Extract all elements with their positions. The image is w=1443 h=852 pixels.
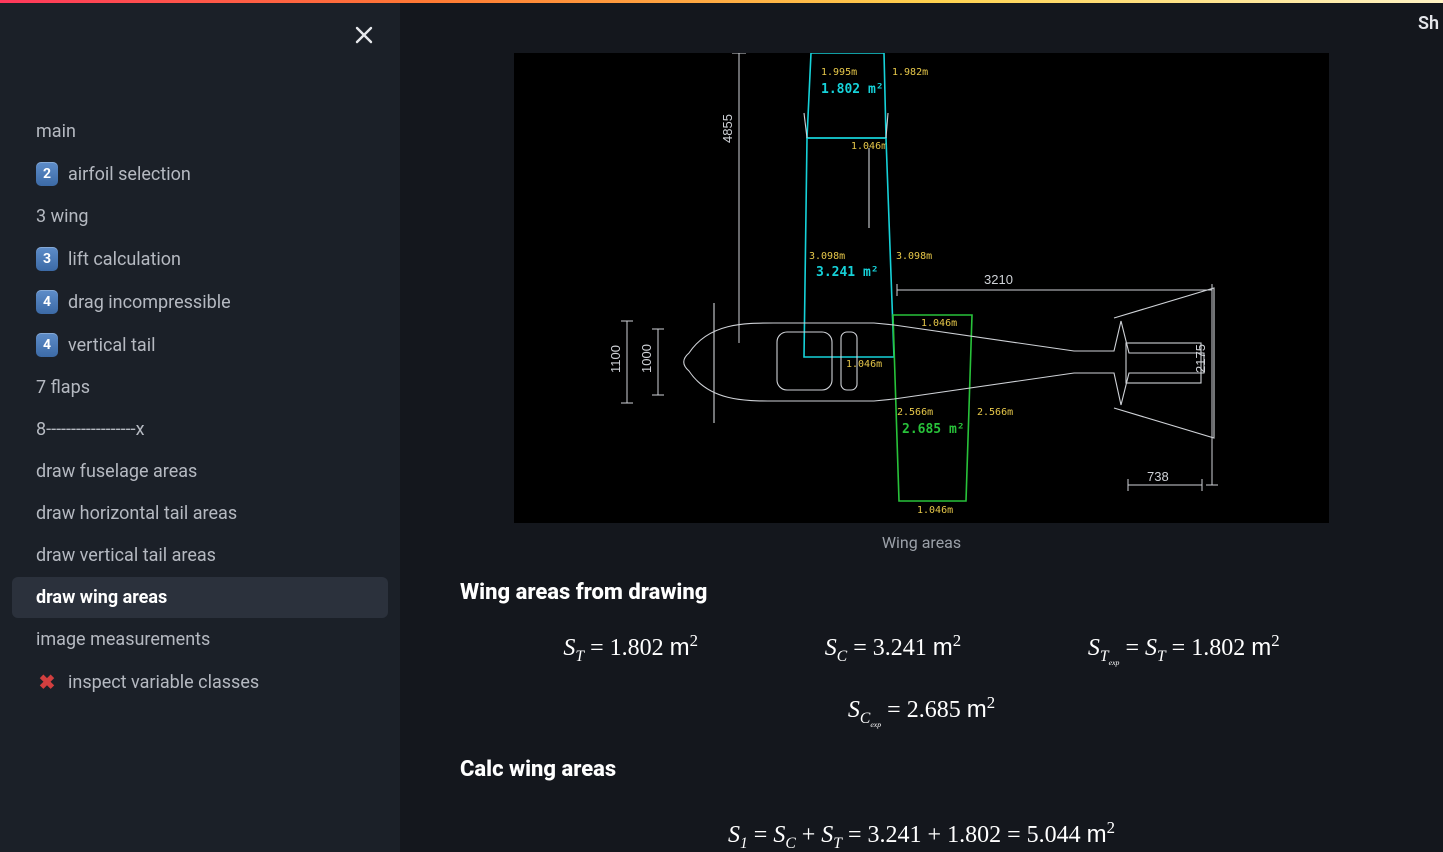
sidebar-item-3-wing[interactable]: 3 wing <box>12 196 388 237</box>
keycap-4-icon: 4 <box>36 291 58 313</box>
ann-top-w1: 1.995m <box>821 67 857 78</box>
sidebar-item-label: main <box>36 121 364 142</box>
sidebar-item-image-measurements[interactable]: image measurements <box>12 619 388 660</box>
sidebar-item-label: airfoil selection <box>68 164 364 185</box>
eq-STexp: STexp = ST = 1.802 m2 <box>1088 631 1280 667</box>
sidebar-item-label: 8------------------x <box>36 419 364 440</box>
top-right-truncated-label: Sh <box>1418 13 1443 34</box>
keycap-4-icon: 4 <box>36 334 58 356</box>
sidebar-item-draw-horizontal-tail-areas[interactable]: draw horizontal tail areas <box>12 493 388 534</box>
heading-from-drawing: Wing areas from drawing <box>460 580 1383 605</box>
ann-top-area: 1.802 m² <box>821 82 884 97</box>
sidebar: main 2 airfoil selection 3 wing 3 lift calcul… <box>0 3 400 852</box>
close-icon <box>353 24 375 46</box>
sidebar-item-8-x[interactable]: 8------------------x <box>12 409 388 450</box>
sidebar-item-draw-vertical-tail-areas[interactable]: draw vertical tail areas <box>12 535 388 576</box>
ann-inside-1046: 1.046m <box>846 359 882 370</box>
close-sidebar-button[interactable] <box>350 21 378 49</box>
sidebar-item-draw-fuselage-areas[interactable]: draw fuselage areas <box>12 451 388 492</box>
equations-row-1: ST = 1.802 m2 SC = 3.241 m2 STexp = ST =… <box>500 631 1343 667</box>
dim-2175: 2175 <box>1193 344 1208 373</box>
dim-1100: 1100 <box>608 345 623 373</box>
keycap-2-icon: 2 <box>36 163 58 185</box>
sidebar-item-label: draw horizontal tail areas <box>36 503 364 524</box>
equations-row-2: SCexp = 2.685 m2 <box>500 693 1343 729</box>
ann-mid-w2: 3.098m <box>896 251 932 262</box>
ann-green-bottom: 1.046m <box>917 505 953 516</box>
sidebar-item-label: draw wing areas <box>36 587 364 608</box>
ann-mid-area: 3.241 m² <box>816 265 879 280</box>
sidebar-item-label: draw fuselage areas <box>36 461 364 482</box>
dim-738: 738 <box>1147 469 1169 484</box>
sidebar-item-inspect-variable-classes[interactable]: ✖ inspect variable classes <box>12 661 388 703</box>
sidebar-item-airfoil-selection[interactable]: 2 airfoil selection <box>12 153 388 195</box>
ann-top-w2: 1.982m <box>892 67 928 78</box>
sidebar-item-label: vertical tail <box>68 335 364 356</box>
main-content: Sh 4855 1.995m 1.982m 1.802 m² 1.046m <box>400 3 1443 852</box>
sidebar-item-label: inspect variable classes <box>68 672 364 693</box>
ann-green-area: 2.685 m² <box>902 422 965 437</box>
ann-mid-w1: 3.098m <box>809 251 845 262</box>
heading-calc: Calc wing areas <box>460 757 1383 782</box>
nav-list: main 2 airfoil selection 3 wing 3 lift calcul… <box>0 111 400 703</box>
equations-row-3: S1 = SC + ST = 3.241 + 1.802 = 5.044 m2 <box>500 818 1343 852</box>
sidebar-item-lift-calculation[interactable]: 3 lift calculation <box>12 238 388 280</box>
sidebar-item-label: draw vertical tail areas <box>36 545 364 566</box>
sidebar-item-label: lift calculation <box>68 249 364 270</box>
sidebar-item-7-flaps[interactable]: 7 flaps <box>12 367 388 408</box>
eq-ST: ST = 1.802 m2 <box>563 631 698 666</box>
sidebar-item-label: 3 wing <box>36 206 364 227</box>
figure-container: 4855 1.995m 1.982m 1.802 m² 1.046m 3.098… <box>514 53 1329 552</box>
ann-green-w2: 2.566m <box>977 407 1013 418</box>
sidebar-item-vertical-tail[interactable]: 4 vertical tail <box>12 324 388 366</box>
fuselage-outline-icon <box>684 113 1214 438</box>
dim-4855: 4855 <box>720 114 735 143</box>
figure-caption: Wing areas <box>514 533 1329 552</box>
dim-1000: 1000 <box>639 344 654 373</box>
sidebar-item-main[interactable]: main <box>12 111 388 152</box>
x-mark-icon: ✖ <box>36 671 58 693</box>
eq-SCexp: SCexp = 2.685 m2 <box>848 693 995 729</box>
keycap-3-icon: 3 <box>36 248 58 270</box>
wing-areas-figure: 4855 1.995m 1.982m 1.802 m² 1.046m 3.098… <box>514 53 1329 523</box>
sidebar-item-label: 7 flaps <box>36 377 364 398</box>
ann-green-w1: 2.566m <box>897 407 933 418</box>
dim-3210: 3210 <box>984 272 1013 287</box>
sidebar-item-label: drag incompressible <box>68 292 364 313</box>
ann-green-toplen: 1.046m <box>921 318 957 329</box>
sidebar-item-draw-wing-areas[interactable]: draw wing areas <box>12 577 388 618</box>
eq-SC: SC = 3.241 m2 <box>825 631 961 666</box>
sidebar-item-label: image measurements <box>36 629 364 650</box>
sidebar-item-drag-incompressible[interactable]: 4 drag incompressible <box>12 281 388 323</box>
eq-S1: S1 = SC + ST = 3.241 + 1.802 = 5.044 m2 <box>728 818 1115 852</box>
